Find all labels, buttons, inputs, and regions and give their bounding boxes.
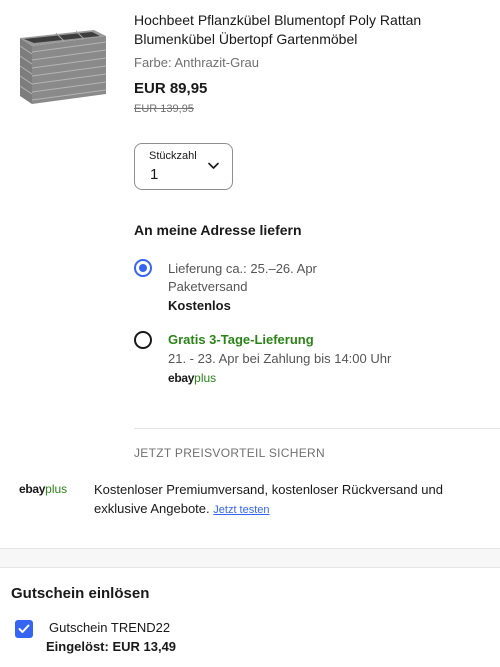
product-title[interactable]: Hochbeet Pflanzkübel Blumentopf Poly Rat… (134, 11, 494, 49)
product-image[interactable] (14, 20, 108, 106)
promo-heading: JETZT PREISVORTEIL SICHERN (134, 446, 325, 460)
divider (0, 567, 500, 568)
plus-logo-word: plus (45, 482, 68, 496)
delivery-option-standard-cost: Kostenlos (168, 298, 231, 313)
ebay-plus-logo: ebayplus (168, 371, 216, 385)
quantity-select[interactable]: Stückzahl 1 (134, 143, 233, 190)
ebay-logo-word: ebay (168, 371, 195, 385)
rattan-planter-image (19, 30, 107, 104)
product-old-price: EUR 139,95 (134, 103, 194, 115)
promo-text: Kostenloser Premiumversand, kostenloser … (94, 480, 494, 520)
chevron-down-icon (208, 162, 219, 169)
divider (134, 428, 500, 429)
quantity-value: 1 (150, 166, 159, 183)
ebay-plus-logo: ebayplus (19, 482, 67, 496)
delivery-option-express-title: Gratis 3-Tage-Lieferung (168, 332, 314, 347)
product-price: EUR 89,95 (134, 80, 208, 97)
delivery-option-standard-method: Paketversand (168, 279, 248, 294)
delivery-heading: An meine Adresse liefern (134, 222, 302, 238)
voucher-checkbox[interactable] (15, 620, 33, 638)
product-variant: Farbe: Anthrazit-Grau (134, 55, 259, 70)
delivery-option-standard-date: Lieferung ca.: 25.–26. Apr (168, 261, 317, 276)
delivery-option-standard-radio[interactable] (134, 259, 152, 277)
voucher-code: Gutschein TREND22 (49, 620, 171, 635)
quantity-label: Stückzahl (149, 150, 197, 162)
plus-logo-word: plus (194, 371, 217, 385)
ebay-logo-word: ebay (19, 482, 46, 496)
voucher-redeemed-amount: Eingelöst: EUR 13,49 (46, 639, 177, 654)
section-separator (0, 549, 500, 567)
delivery-option-express-radio[interactable] (134, 331, 152, 349)
delivery-option-express-date: 21. - 23. Apr bei Zahlung bis 14:00 Uhr (168, 351, 392, 366)
try-now-link[interactable]: Jetzt testen (213, 504, 269, 516)
checkmark-icon (18, 624, 30, 633)
voucher-heading: Gutschein einlösen (11, 585, 150, 602)
